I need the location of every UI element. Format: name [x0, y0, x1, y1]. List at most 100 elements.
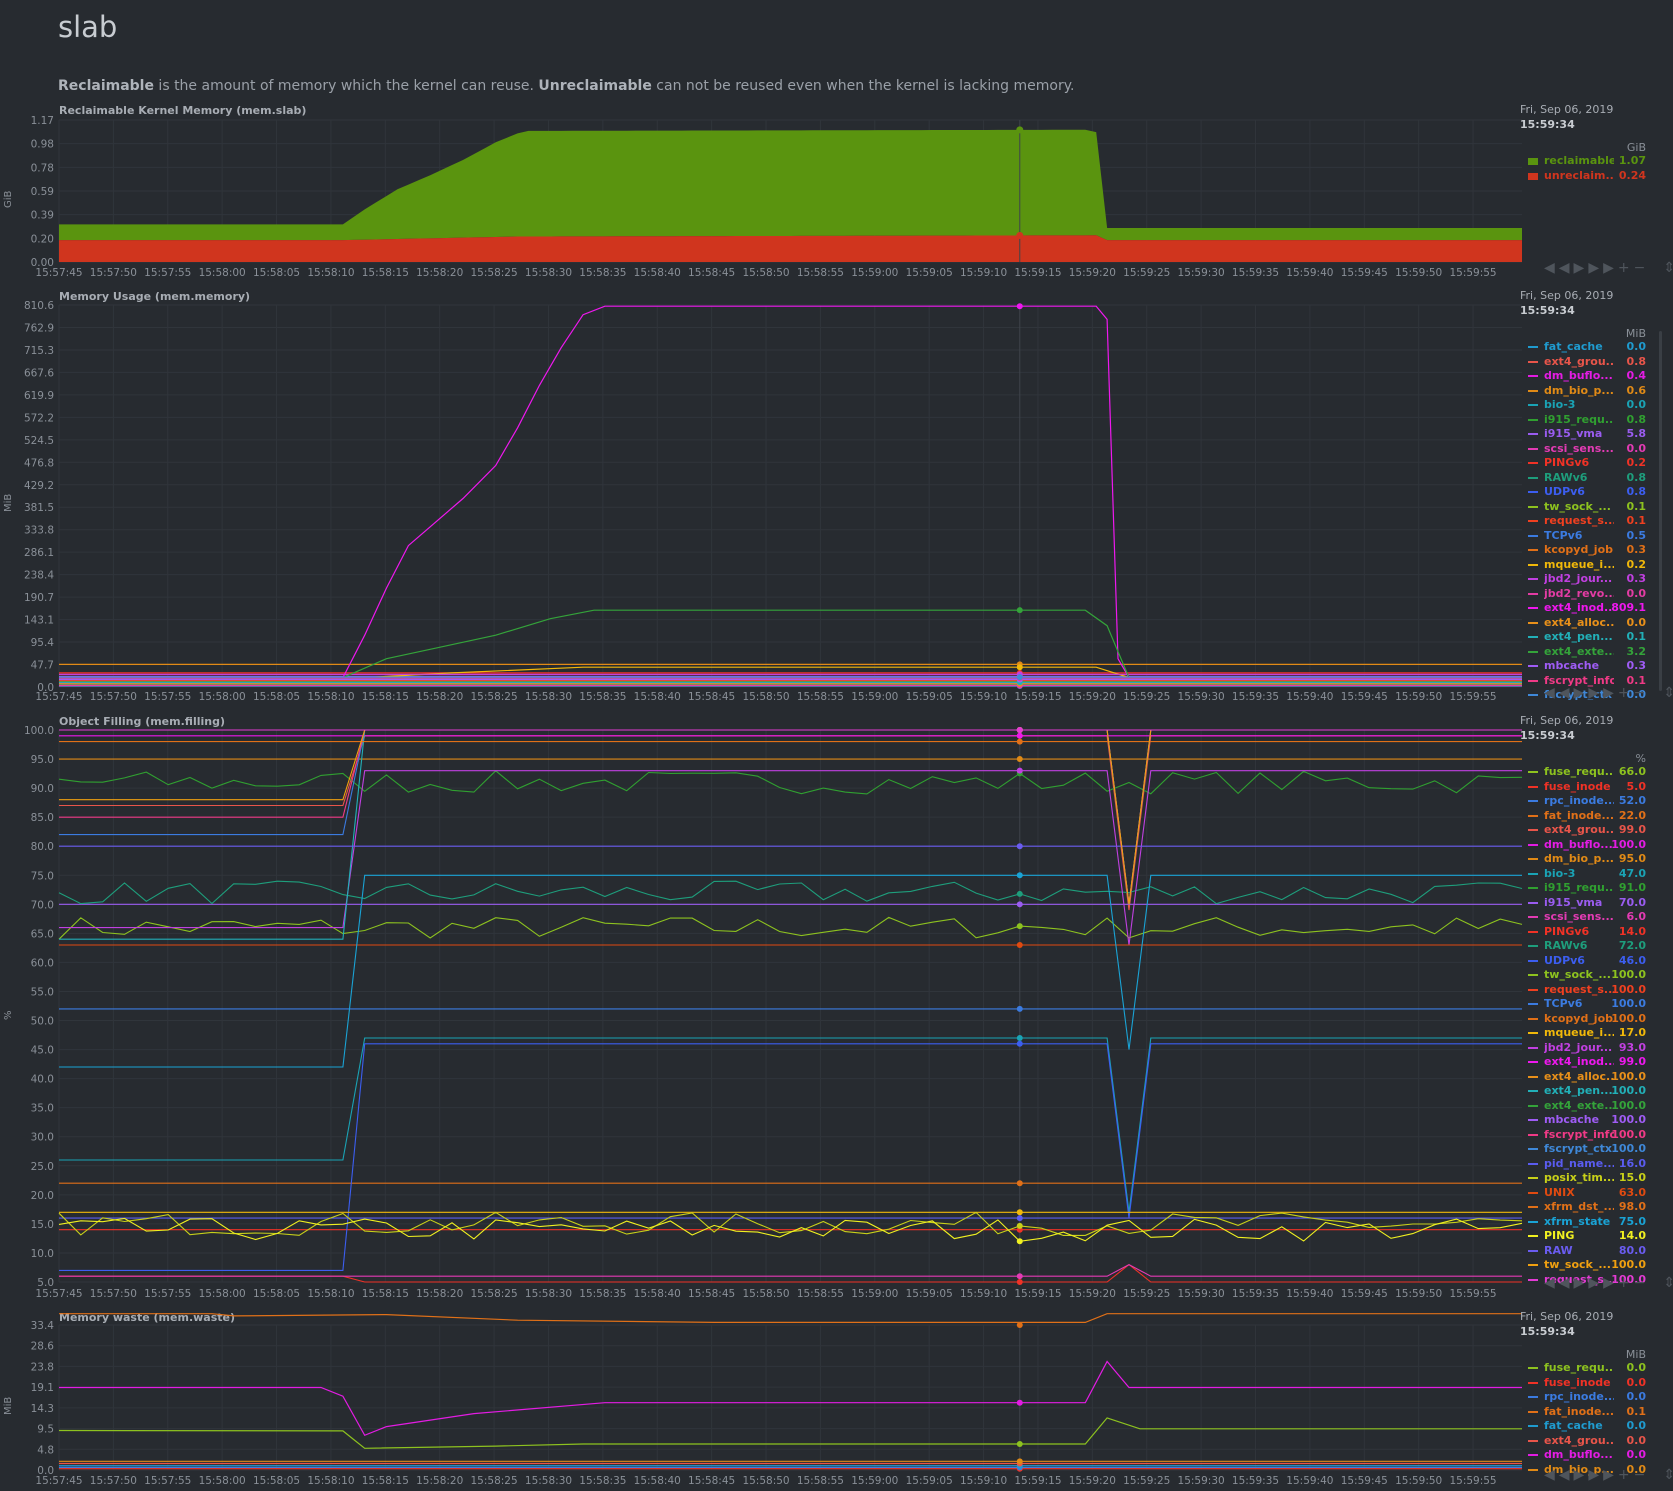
legend-item[interactable]: reclaimable 1.07: [1520, 154, 1670, 169]
legend-item[interactable]: TCPv6 0.5: [1520, 529, 1670, 544]
zoom-out-button[interactable]: −: [1634, 1467, 1650, 1483]
zoom-out-button[interactable]: −: [1634, 685, 1650, 701]
legend-item[interactable]: PINGv6 14.0: [1520, 925, 1670, 940]
legend-item[interactable]: bio-3 47.0: [1520, 867, 1670, 882]
legend-item[interactable]: UDPv6 0.8: [1520, 485, 1670, 500]
legend-item[interactable]: ext4_inod... 809.1: [1520, 601, 1670, 616]
play-button[interactable]: ▶: [1574, 685, 1589, 701]
legend-item[interactable]: pid_name... 16.0: [1520, 1157, 1670, 1172]
legend-item[interactable]: ext4_alloc... 100.0: [1520, 1070, 1670, 1085]
legend-item[interactable]: fat_cache 0.0: [1520, 1419, 1670, 1434]
legend-item[interactable]: ext4_exte... 3.2: [1520, 645, 1670, 660]
legend-item[interactable]: ext4_pen... 0.1: [1520, 630, 1670, 645]
legend-item[interactable]: kcopyd_job 0.3: [1520, 543, 1670, 558]
legend-item[interactable]: mqueue_i... 17.0: [1520, 1026, 1670, 1041]
pan-left-button[interactable]: ◀◀: [1544, 685, 1574, 701]
legend-item[interactable]: ext4_grou... 0.0: [1520, 1434, 1670, 1449]
zoom-in-button[interactable]: +: [1618, 1467, 1634, 1483]
pan-left-button[interactable]: ◀◀: [1544, 1467, 1574, 1483]
legend-item[interactable]: fuse_requ... 0.0: [1520, 1361, 1670, 1376]
x-tick-label: 15:59:25: [1123, 1475, 1170, 1487]
legend-item[interactable]: xfrm_dst_... 98.0: [1520, 1200, 1670, 1215]
legend-item[interactable]: fat_inode... 22.0: [1520, 809, 1670, 824]
legend-item[interactable]: dm_bio_p... 95.0: [1520, 852, 1670, 867]
pan-right-button[interactable]: ▶▶: [1588, 685, 1618, 701]
legend-item[interactable]: i915_requ... 0.8: [1520, 413, 1670, 428]
play-button[interactable]: ▶: [1574, 260, 1589, 276]
legend-item[interactable]: dm_buflo... 100.0: [1520, 838, 1670, 853]
legend-item[interactable]: request_s... 100.0: [1520, 983, 1670, 998]
legend-item[interactable]: rpc_inode... 52.0: [1520, 794, 1670, 809]
resize-handle[interactable]: ⇕: [1663, 1467, 1673, 1483]
legend-item[interactable]: unreclaim... 0.24: [1520, 169, 1670, 184]
legend-item[interactable]: fuse_inode 5.0: [1520, 780, 1670, 795]
pan-left-button[interactable]: ◀◀: [1544, 260, 1574, 276]
legend-item[interactable]: fuse_requ... 66.0: [1520, 765, 1670, 780]
legend-item[interactable]: i915_vma 5.8: [1520, 427, 1670, 442]
legend-item[interactable]: bio-3 0.0: [1520, 398, 1670, 413]
play-button[interactable]: ▶: [1574, 1275, 1589, 1291]
legend-item[interactable]: dm_bio_p... 0.6: [1520, 384, 1670, 399]
legend-item[interactable]: PING 14.0: [1520, 1229, 1670, 1244]
resize-handle[interactable]: ⇕: [1663, 685, 1673, 701]
legend-scrollbar[interactable]: [1659, 331, 1662, 691]
y-tick-label: 0.20: [31, 233, 54, 245]
zoom-in-button[interactable]: +: [1618, 260, 1634, 276]
legend-item[interactable]: RAW 80.0: [1520, 1244, 1670, 1259]
x-tick-label: 15:58:50: [742, 691, 789, 703]
legend-item[interactable]: ext4_grou... 99.0: [1520, 823, 1670, 838]
zoom-out-button[interactable]: −: [1634, 1275, 1650, 1291]
legend-item[interactable]: scsi_sens... 6.0: [1520, 910, 1670, 925]
legend-item[interactable]: PINGv6 0.2: [1520, 456, 1670, 471]
legend-item[interactable]: mqueue_i... 0.2: [1520, 558, 1670, 573]
legend-item[interactable]: rpc_inode... 0.0: [1520, 1390, 1670, 1405]
legend-item[interactable]: tw_sock_... 100.0: [1520, 968, 1670, 983]
zoom-out-button[interactable]: −: [1634, 260, 1650, 276]
legend-item[interactable]: request_s... 0.1: [1520, 514, 1670, 529]
legend-item[interactable]: jbd2_revo... 0.0: [1520, 587, 1670, 602]
legend-item[interactable]: UDPv6 46.0: [1520, 954, 1670, 969]
legend-item[interactable]: UNIX 63.0: [1520, 1186, 1670, 1201]
resize-handle[interactable]: ⇕: [1663, 1275, 1673, 1291]
legend-item[interactable]: ext4_inod... 99.0: [1520, 1055, 1670, 1070]
pan-right-button[interactable]: ▶▶: [1588, 1275, 1618, 1291]
legend-item[interactable]: jbd2_jour... 0.3: [1520, 572, 1670, 587]
legend-items[interactable]: fat_cache 0.0 ext4_grou... 0.8 dm_buflo... 0.…: [1520, 340, 1670, 700]
pan-left-button[interactable]: ◀◀: [1544, 1275, 1574, 1291]
legend-item[interactable]: fat_cache 0.0: [1520, 340, 1670, 355]
legend-item[interactable]: posix_tim... 15.0: [1520, 1171, 1670, 1186]
legend-item[interactable]: RAWv6 0.8: [1520, 471, 1670, 486]
legend-item[interactable]: fat_inode... 0.1: [1520, 1405, 1670, 1420]
legend-item[interactable]: TCPv6 100.0: [1520, 997, 1670, 1012]
legend-item-label: bio-3: [1544, 398, 1576, 411]
legend-item[interactable]: i915_vma 70.0: [1520, 896, 1670, 911]
legend-item[interactable]: jbd2_jour... 93.0: [1520, 1041, 1670, 1056]
legend-item[interactable]: fscrypt_ctx 100.0: [1520, 1142, 1670, 1157]
legend-item[interactable]: i915_requ... 91.0: [1520, 881, 1670, 896]
zoom-in-button[interactable]: +: [1618, 685, 1634, 701]
pan-right-button[interactable]: ▶▶: [1588, 1467, 1618, 1483]
legend-item[interactable]: ext4_grou... 0.8: [1520, 355, 1670, 370]
legend-item[interactable]: mbcache 0.3: [1520, 659, 1670, 674]
legend-item[interactable]: ext4_exte... 100.0: [1520, 1099, 1670, 1114]
pan-right-button[interactable]: ▶▶: [1588, 260, 1618, 276]
legend-items[interactable]: fuse_requ... 66.0 fuse_inode 5.0 rpc_inode..…: [1520, 765, 1670, 1287]
legend-item[interactable]: kcopyd_job 100.0: [1520, 1012, 1670, 1027]
legend-item[interactable]: RAWv6 72.0: [1520, 939, 1670, 954]
legend-item[interactable]: xfrm_state 75.0: [1520, 1215, 1670, 1230]
charts-canvas[interactable]: 1.170.980.780.590.390.200.0015:57:45 15:5…: [0, 0, 1673, 1491]
legend-item[interactable]: dm_buflo... 0.4: [1520, 369, 1670, 384]
legend-item[interactable]: dm_buflo... 0.0: [1520, 1448, 1670, 1463]
legend-item[interactable]: ext4_pen... 100.0: [1520, 1084, 1670, 1099]
legend-item[interactable]: fscrypt_info 100.0: [1520, 1128, 1670, 1143]
legend-item[interactable]: fuse_inode 0.0: [1520, 1376, 1670, 1391]
legend-item[interactable]: tw_sock_... 100.0: [1520, 1258, 1670, 1273]
zoom-in-button[interactable]: +: [1618, 1275, 1634, 1291]
legend-item[interactable]: mbcache 100.0: [1520, 1113, 1670, 1128]
legend-item[interactable]: ext4_alloc... 0.0: [1520, 616, 1670, 631]
resize-handle[interactable]: ⇕: [1663, 260, 1673, 276]
legend-item[interactable]: tw_sock_... 0.1: [1520, 500, 1670, 515]
play-button[interactable]: ▶: [1574, 1467, 1589, 1483]
legend-item[interactable]: scsi_sens... 0.0: [1520, 442, 1670, 457]
legend-items[interactable]: fuse_requ... 0.0 fuse_inode 0.0 rpc_inode...…: [1520, 1361, 1670, 1477]
